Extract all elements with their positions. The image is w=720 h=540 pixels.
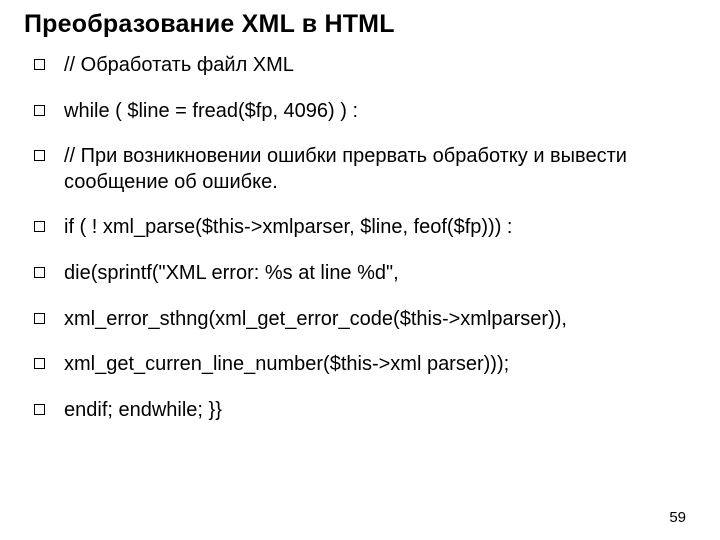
- bullet-list: // Обработать файл XML while ( $line = f…: [24, 53, 692, 423]
- square-bullet-icon: [34, 59, 45, 70]
- square-bullet-icon: [34, 358, 45, 369]
- list-item-text: if ( ! xml_parse($this->xmlparser, $line…: [64, 216, 512, 238]
- square-bullet-icon: [34, 105, 45, 116]
- list-item-text: xml_error_sthng(xml_get_error_code($this…: [64, 308, 567, 330]
- list-item: endif; endwhile; }}: [24, 398, 692, 424]
- square-bullet-icon: [34, 313, 45, 324]
- list-item: // При возникновении ошибки прервать обр…: [24, 144, 692, 195]
- list-item-text: die(sprintf("XML error: %s at line %d",: [64, 262, 399, 284]
- square-bullet-icon: [34, 221, 45, 232]
- list-item: if ( ! xml_parse($this->xmlparser, $line…: [24, 215, 692, 241]
- list-item-text: endif; endwhile; }}: [64, 399, 222, 421]
- list-item-text: while ( $line = fread($fp, 4096) ) :: [64, 100, 358, 122]
- list-item: xml_error_sthng(xml_get_error_code($this…: [24, 307, 692, 333]
- list-item: // Обработать файл XML: [24, 53, 692, 79]
- page-number: 59: [669, 509, 686, 526]
- slide-title: Преобразование XML в HTML: [24, 10, 692, 39]
- list-item: die(sprintf("XML error: %s at line %d",: [24, 261, 692, 287]
- list-item-text: // При возникновении ошибки прервать обр…: [64, 145, 627, 193]
- list-item: xml_get_curren_line_number($this->xml pa…: [24, 352, 692, 378]
- square-bullet-icon: [34, 267, 45, 278]
- list-item-text: // Обработать файл XML: [64, 54, 294, 76]
- square-bullet-icon: [34, 150, 45, 161]
- square-bullet-icon: [34, 404, 45, 415]
- slide: Преобразование XML в HTML // Обработать …: [0, 0, 720, 540]
- list-item-text: xml_get_curren_line_number($this->xml pa…: [64, 353, 509, 375]
- list-item: while ( $line = fread($fp, 4096) ) :: [24, 99, 692, 125]
